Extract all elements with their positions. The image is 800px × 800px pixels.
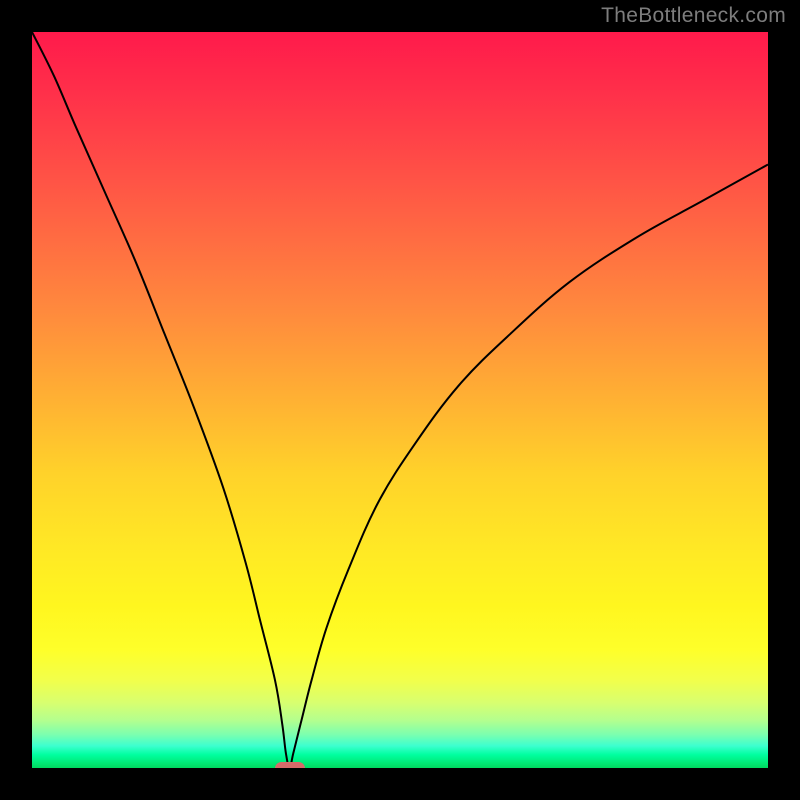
watermark-text: TheBottleneck.com [601, 4, 786, 28]
chart-frame: TheBottleneck.com [0, 0, 800, 800]
bottleneck-curve [32, 32, 768, 768]
plot-area [32, 32, 768, 768]
optimum-marker [275, 762, 305, 769]
bottleneck-curve-path [32, 32, 768, 768]
